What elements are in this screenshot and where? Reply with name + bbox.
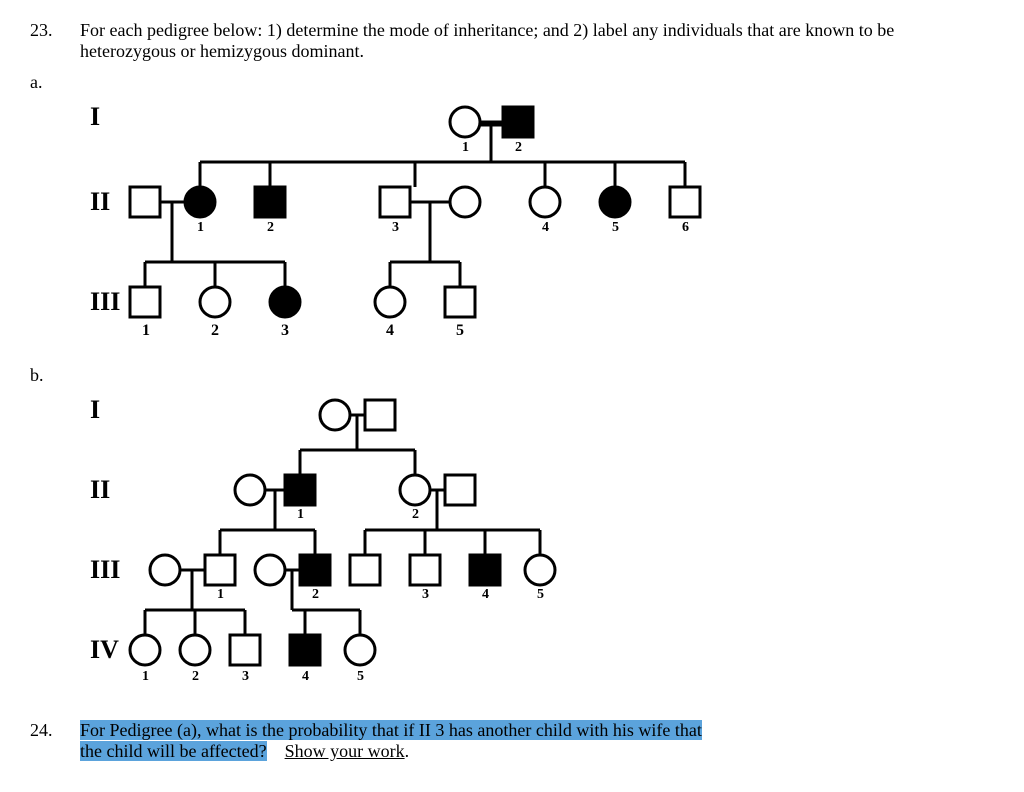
- gen-label-III: III: [90, 287, 120, 317]
- svg-text:5: 5: [612, 220, 619, 235]
- svg-text:2: 2: [192, 669, 199, 684]
- pedigree-a: I II III 1 2 1 2 3 4: [70, 97, 994, 357]
- pedigree-b: I II III IV 1 2: [70, 390, 994, 720]
- gen-label-IV-b: IV: [90, 635, 119, 665]
- svg-text:1: 1: [217, 587, 224, 602]
- q24-highlight-1: For Pedigree (a), what is the probabilit…: [80, 720, 702, 740]
- subpart-b-label: b.: [30, 365, 994, 386]
- svg-text:5: 5: [456, 322, 464, 339]
- q24-highlight-2: the child will be affected?: [80, 741, 267, 761]
- svg-text:2: 2: [412, 507, 419, 522]
- svg-text:2: 2: [515, 140, 522, 155]
- gen-label-I: I: [90, 102, 100, 132]
- svg-text:2: 2: [312, 587, 319, 602]
- svg-text:2: 2: [211, 322, 219, 339]
- svg-text:1: 1: [462, 140, 469, 155]
- q24-show-work: Show your work: [285, 741, 405, 761]
- svg-text:4: 4: [542, 220, 549, 235]
- svg-text:3: 3: [242, 669, 249, 684]
- gen-label-III-b: III: [90, 555, 120, 585]
- question-text-23: For each pedigree below: 1) determine th…: [80, 20, 994, 62]
- svg-text:4: 4: [482, 587, 489, 602]
- svg-text:1: 1: [297, 507, 304, 522]
- svg-text:1: 1: [142, 669, 149, 684]
- svg-text:4: 4: [386, 322, 394, 339]
- svg-text:3: 3: [392, 220, 399, 235]
- question-23: 23. For each pedigree below: 1) determin…: [30, 20, 994, 62]
- question-number-23: 23.: [30, 20, 80, 62]
- svg-text:1: 1: [197, 220, 204, 235]
- question-number-24: 24.: [30, 720, 80, 762]
- question-24: 24. For Pedigree (a), what is the probab…: [30, 720, 994, 762]
- q24-period: .: [405, 741, 410, 761]
- svg-text:5: 5: [357, 669, 364, 684]
- gen-label-II-b: II: [90, 475, 110, 505]
- pedigree-a-svg: 1 2 1 2 3 4 5 6: [70, 97, 770, 357]
- svg-text:5: 5: [537, 587, 544, 602]
- svg-text:3: 3: [281, 322, 289, 339]
- question-text-24: For Pedigree (a), what is the probabilit…: [80, 720, 994, 762]
- svg-text:2: 2: [267, 220, 274, 235]
- svg-text:6: 6: [682, 220, 689, 235]
- subpart-a-label: a.: [30, 72, 994, 93]
- gen-label-I-b: I: [90, 395, 100, 425]
- svg-text:4: 4: [302, 669, 309, 684]
- svg-text:3: 3: [422, 587, 429, 602]
- gen-label-II: II: [90, 187, 110, 217]
- pedigree-b-svg: 1 2 1 2 3 4 5: [70, 390, 670, 700]
- svg-text:1: 1: [142, 322, 150, 339]
